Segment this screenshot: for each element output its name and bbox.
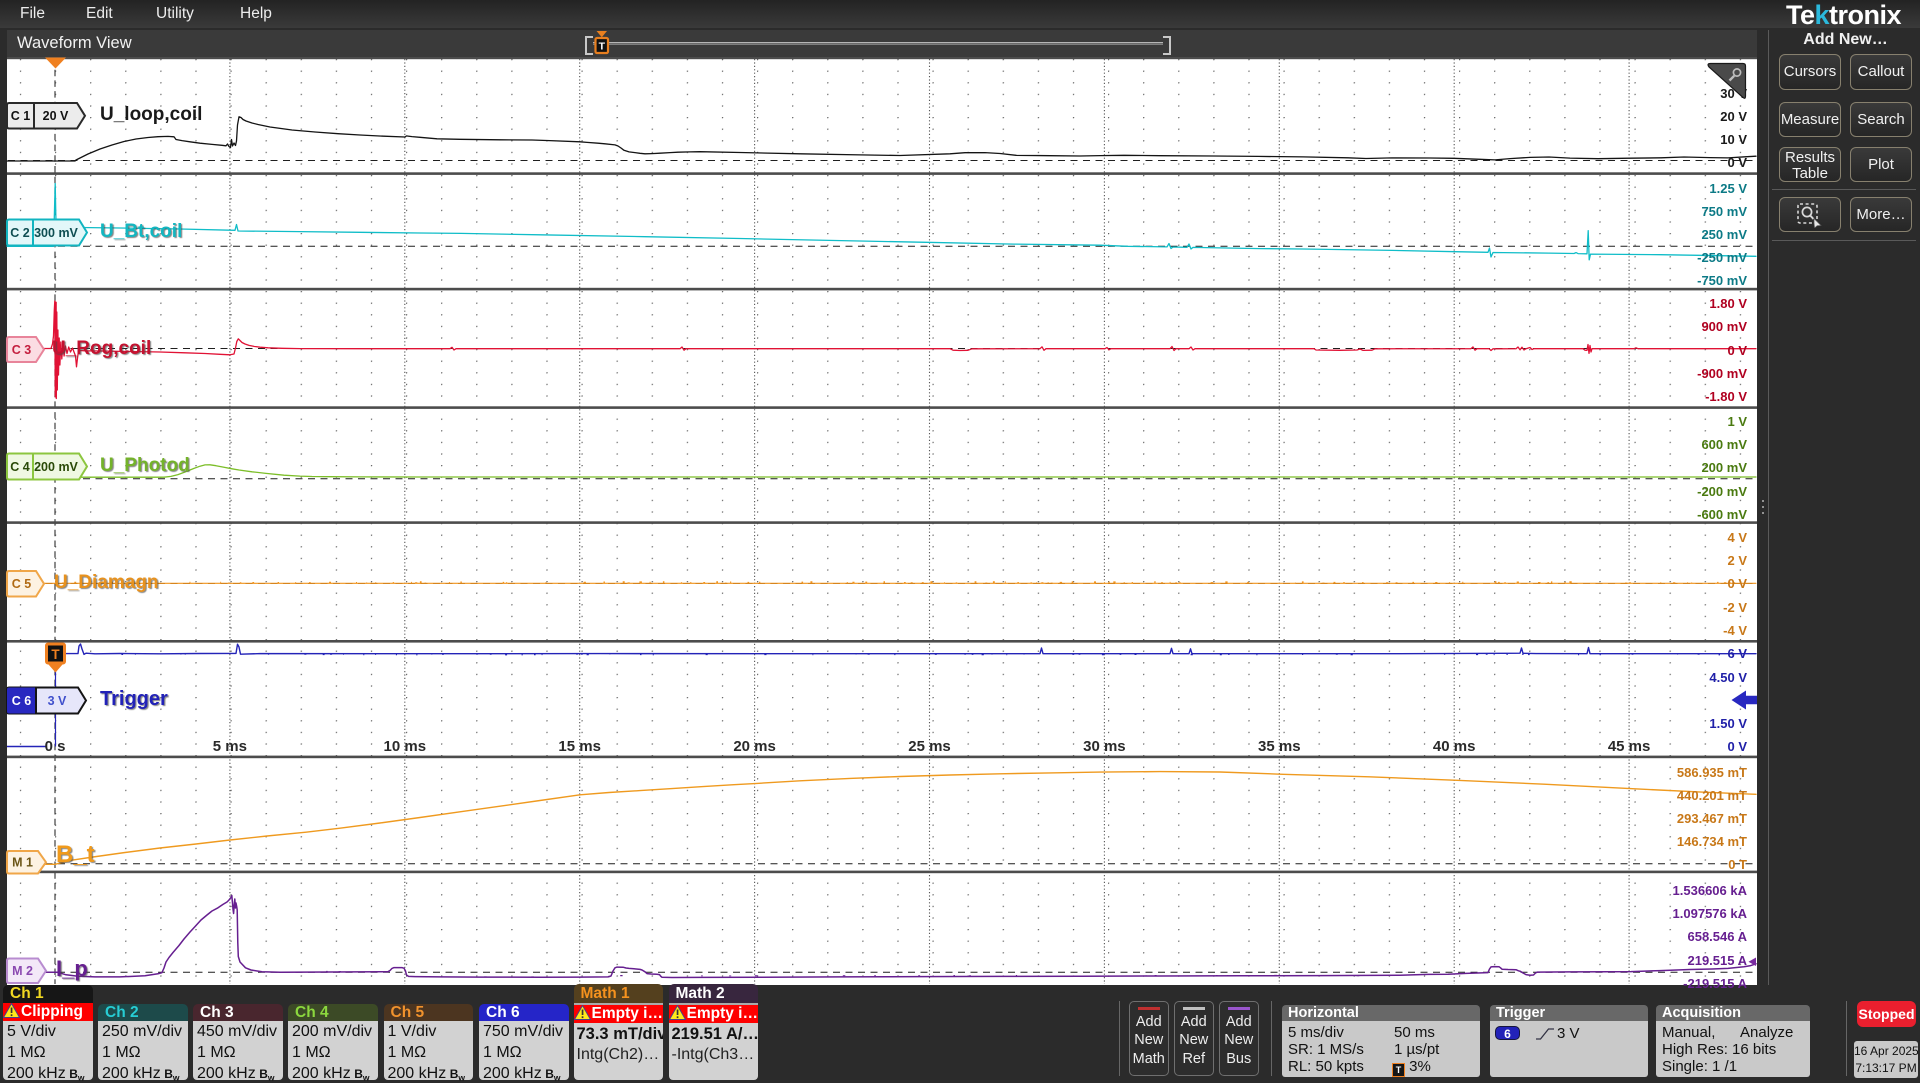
svg-text:C 4: C 4	[10, 460, 30, 474]
svg-text:T: T	[599, 41, 606, 53]
svg-text:C 1: C 1	[11, 109, 31, 123]
svg-text:M 1: M 1	[12, 856, 33, 870]
svg-text:C 2: C 2	[10, 226, 30, 240]
svg-text:C 6: C 6	[12, 694, 32, 708]
svg-text:T: T	[51, 647, 60, 662]
svg-text:M 2: M 2	[12, 964, 33, 978]
svg-text:200 mV: 200 mV	[34, 460, 78, 474]
svg-text:20 V: 20 V	[43, 109, 69, 123]
svg-text:C 5: C 5	[12, 577, 32, 591]
svg-text:C 3: C 3	[12, 343, 32, 357]
svg-text:3 V: 3 V	[48, 694, 67, 708]
svg-text:300 mV: 300 mV	[34, 226, 78, 240]
